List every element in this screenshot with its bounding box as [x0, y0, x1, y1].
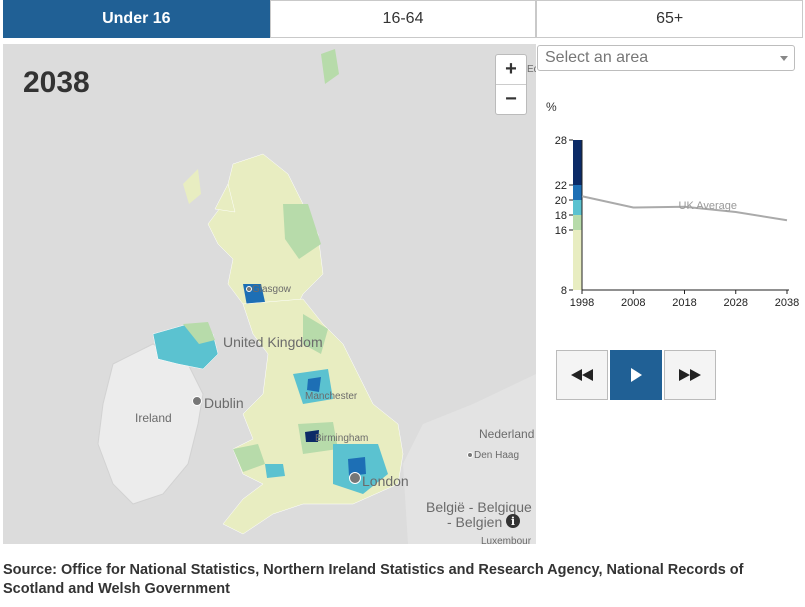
- rewind-button[interactable]: [556, 350, 608, 400]
- bristol-area[interactable]: [265, 464, 285, 478]
- y-tick-label: 8: [561, 285, 567, 297]
- map-label-luxembourg-partial: Luxembour: [481, 536, 532, 544]
- legend-band-1: [573, 215, 582, 230]
- map-label-manchester: Manchester: [305, 391, 358, 402]
- map-label-glasgow: Glasgow: [252, 284, 291, 295]
- den-haag-dot: [467, 452, 473, 458]
- x-tick-label: 2028: [724, 297, 748, 309]
- series-label-uk-average: UK Average: [679, 200, 738, 212]
- play-icon: [631, 368, 642, 382]
- legend-band-3: [573, 185, 582, 200]
- legend-band-2: [573, 200, 582, 215]
- hebrides-islands: [183, 169, 201, 204]
- map-label-birmingham: Birmingham: [315, 433, 369, 444]
- zoom-control: + −: [495, 54, 527, 115]
- x-tick-label: 1998: [570, 297, 594, 309]
- map-label-ireland: Ireland: [135, 411, 172, 425]
- info-icon[interactable]: i: [506, 514, 520, 528]
- legend-band-0: [573, 230, 582, 290]
- trend-chart-svg: % 8 16 18 20 22 28 1998 2008 2018 2028 2038 UK Av…: [546, 100, 799, 309]
- tab-under-16[interactable]: Under 16: [3, 0, 270, 38]
- map-label-london: London: [362, 473, 409, 489]
- legend-band-4: [573, 140, 582, 185]
- map-panel[interactable]: 2038 + − Ed Glasgow United Kingdom Dubli…: [3, 44, 536, 544]
- map-label-belgie-1: België - Belgique: [426, 499, 532, 515]
- map-label-edinburgh-partial: Ed: [527, 64, 536, 75]
- fast-forward-icon: [679, 369, 701, 381]
- play-button[interactable]: [610, 350, 662, 400]
- manchester-core[interactable]: [307, 377, 321, 392]
- dublin-dot: [192, 396, 202, 406]
- y-tick-label: 18: [555, 210, 567, 222]
- zoom-in-button[interactable]: +: [496, 55, 526, 84]
- map-label-dublin: Dublin: [204, 395, 244, 411]
- chart-y-axis-label: %: [546, 100, 557, 114]
- map-label-united-kingdom: United Kingdom: [223, 334, 323, 350]
- age-group-tabs: Under 16 16-64 65+: [3, 0, 804, 38]
- chevron-down-icon: [780, 56, 788, 61]
- map-label-belgie-2: - Belgien: [447, 514, 503, 530]
- y-tick-label: 28: [555, 135, 567, 147]
- x-tick-label: 2008: [621, 297, 645, 309]
- fast-forward-button[interactable]: [664, 350, 716, 400]
- playback-controls: [556, 350, 716, 400]
- tab-65-plus[interactable]: 65+: [536, 0, 804, 38]
- area-select[interactable]: Select an area: [537, 45, 795, 71]
- rewind-icon: [571, 369, 593, 381]
- source-note: Source: Office for National Statistics, …: [3, 562, 744, 597]
- tab-16-64[interactable]: 16-64: [269, 0, 537, 38]
- y-tick-label: 20: [555, 195, 567, 207]
- map-label-nederland: Nederland: [479, 427, 535, 441]
- area-select-placeholder: Select an area: [545, 49, 649, 66]
- london-dot: [349, 472, 361, 484]
- x-tick-label: 2018: [672, 297, 696, 309]
- year-label: 2038: [23, 66, 90, 99]
- trend-chart: % 8 16 18 20 22 28 1998 2008 2018 2028 2038 UK Av…: [537, 95, 805, 315]
- map-label-den-haag: Den Haag: [474, 450, 520, 461]
- shetland-islands: [321, 49, 339, 84]
- zoom-out-button[interactable]: −: [496, 84, 526, 114]
- y-tick-label: 16: [555, 225, 567, 237]
- x-tick-label: 2038: [775, 297, 799, 309]
- y-tick-label: 22: [555, 180, 567, 192]
